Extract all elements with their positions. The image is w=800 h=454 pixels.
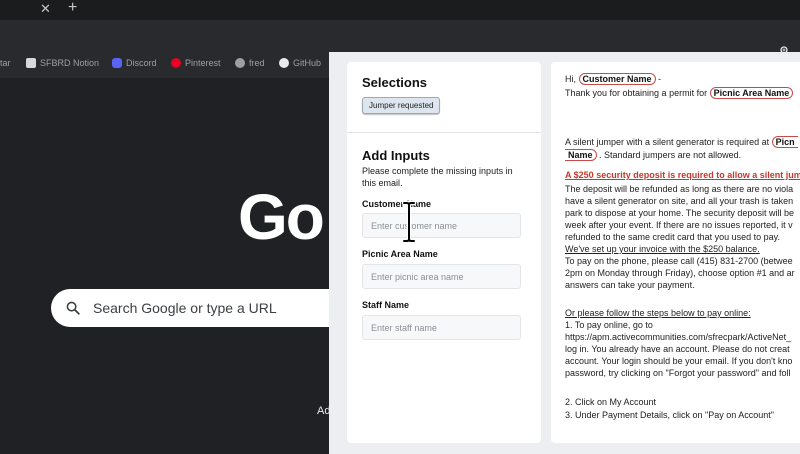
bookmark-label: SFBRD Notion xyxy=(40,58,100,68)
browser-toolbar xyxy=(0,20,800,56)
search-icon xyxy=(66,301,80,315)
body-line: refunded to the same credit card that yo… xyxy=(565,232,780,242)
tab-strip: ✕ + xyxy=(0,0,800,20)
online-line: password, try clicking on "Forgot your p… xyxy=(565,368,791,378)
greeting-line: Hi, Customer Name - xyxy=(565,73,800,85)
online-header: Or please follow the steps below to pay … xyxy=(565,308,751,318)
picnic-area-name-input[interactable] xyxy=(362,264,521,289)
bookmark-label: tar xyxy=(0,58,11,68)
bookmark-item[interactable]: GitHub xyxy=(279,58,321,68)
discord-icon xyxy=(112,58,122,68)
pinterest-icon xyxy=(171,58,181,68)
bookmark-item[interactable]: Discord xyxy=(112,58,157,68)
selections-heading: Selections xyxy=(362,75,428,90)
phone-line: 2pm on Monday through Friday), choose op… xyxy=(565,268,795,278)
deposit-warning: A $250 security deposit is required to a… xyxy=(565,170,800,180)
online-line: log in. You already have an account. Ple… xyxy=(565,344,790,354)
jumper-requested-chip[interactable]: Jumper requested xyxy=(362,97,441,114)
online-line: account. Your login should be your email… xyxy=(565,356,793,366)
staff-name-input[interactable] xyxy=(362,315,521,340)
picnic-area-token: Picnic Area Name xyxy=(709,87,794,99)
github-icon xyxy=(279,58,289,68)
staff-name-label: Staff Name xyxy=(362,300,410,310)
add-inputs-heading: Add Inputs xyxy=(362,148,430,163)
greeting-end: - xyxy=(658,74,662,84)
google-search-box[interactable]: Search Google or type a URL xyxy=(51,289,371,327)
new-tab-button[interactable]: + xyxy=(68,0,77,17)
phone-line: answers can take your payment. xyxy=(565,280,695,290)
bookmark-label: Pinterest xyxy=(185,58,221,68)
email-preview-card: Hi, Customer Name - Thank you for obtain… xyxy=(551,62,800,443)
body-line: park to dispose at your home. The securi… xyxy=(565,208,794,218)
bookmark-item[interactable]: SFBRD Notion xyxy=(26,58,99,68)
tab-close-button[interactable]: ✕ xyxy=(40,1,51,17)
text-cursor-icon xyxy=(401,200,417,244)
jumper-line: A silent jumper with a silent generator … xyxy=(565,136,800,148)
thanks-text: Thank you for obtaining a permit for xyxy=(565,88,708,98)
thanks-line: Thank you for obtaining a permit for Pic… xyxy=(565,87,800,99)
bookmark-label: fred xyxy=(249,58,265,68)
globe-icon xyxy=(235,58,245,68)
step-line: 3. Under Payment Details, click on "Pay … xyxy=(565,410,774,420)
phone-line: To pay on the phone, please call (415) 8… xyxy=(565,256,793,266)
picnic-area-name-label: Picnic Area Name xyxy=(362,249,438,259)
search-placeholder: Search Google or type a URL xyxy=(93,300,277,316)
greeting-text: Hi, xyxy=(565,74,576,84)
picnic-area-token: Name xyxy=(565,149,597,161)
invoice-line: We've set up your invoice with the $250 … xyxy=(565,244,760,254)
body-line: The deposit will be refunded as long as … xyxy=(565,184,794,194)
inputs-card: Selections Jumper requested Add Inputs P… xyxy=(347,62,541,443)
payment-url[interactable]: https://apm.activecommunities.com/sfrecp… xyxy=(565,331,800,343)
bookmark-label: GitHub xyxy=(293,58,322,68)
customer-name-token: Customer Name xyxy=(578,73,656,85)
customer-name-label: Customer Name xyxy=(362,199,432,209)
instructions-text: Please complete the missing inputs in th… xyxy=(362,166,513,188)
bookmark-label: Discord xyxy=(126,58,157,68)
jumper-rest: . Standard jumpers are not allowed. xyxy=(599,150,742,160)
jumper-text: A silent jumper with a silent generator … xyxy=(565,137,770,147)
notion-icon xyxy=(26,58,36,68)
body-line: have a silent generator on site, and all… xyxy=(565,196,794,206)
bookmark-item[interactable]: Pinterest xyxy=(171,58,221,68)
picnic-area-token: Picn xyxy=(771,136,798,148)
google-logo: Go xyxy=(238,181,325,253)
jumper-line-2: Name . Standard jumpers are not allowed. xyxy=(565,149,800,161)
online-line: 1. To pay online, go to xyxy=(565,320,653,330)
bookmark-item[interactable]: fred xyxy=(235,58,265,68)
divider xyxy=(347,132,541,133)
customer-name-input[interactable] xyxy=(362,213,521,238)
bookmark-item[interactable]: tar xyxy=(0,58,11,68)
body-line: week after your event. If there are no i… xyxy=(565,220,793,230)
step-line: 2. Click on My Account xyxy=(565,397,657,407)
